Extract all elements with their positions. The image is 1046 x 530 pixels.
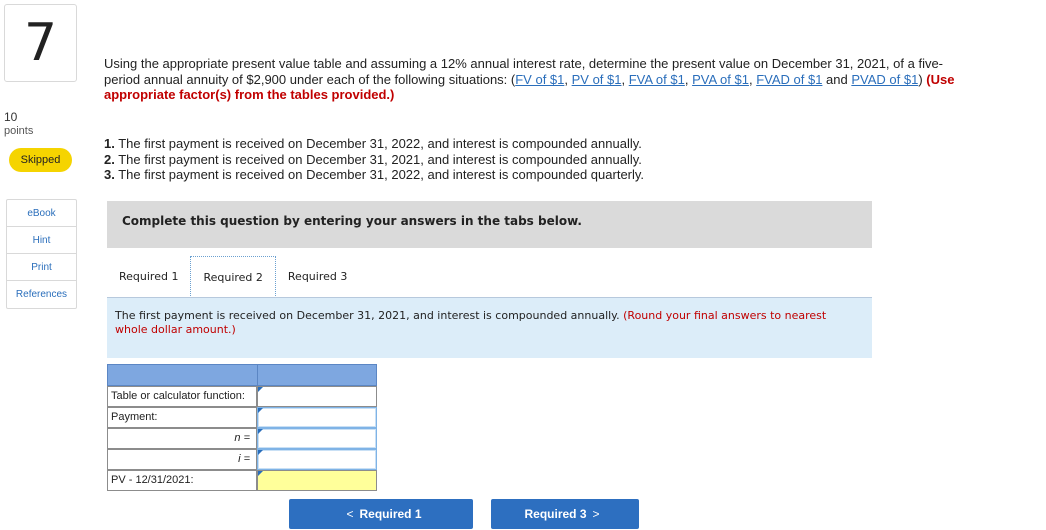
payment-input[interactable] <box>257 407 377 428</box>
fv-of-1-link[interactable]: FV of $1 <box>515 72 564 87</box>
pvad-of-1-link[interactable]: PVAD of $1 <box>851 72 918 87</box>
situation-number: 3. <box>104 167 115 182</box>
input-marker-icon <box>258 408 263 413</box>
tab-required-3[interactable]: Required 3 <box>275 256 360 298</box>
situation-number: 2. <box>104 151 115 167</box>
input-marker-icon <box>258 471 263 476</box>
row-label-function: Table or calculator function: <box>107 386 257 407</box>
pv-of-1-link[interactable]: PV of $1 <box>572 72 622 87</box>
row-label-pv: PV - 12/31/2021: <box>107 470 257 491</box>
pv-result-field[interactable] <box>257 470 377 491</box>
status-badge: Skipped <box>9 148 72 172</box>
question-prompt: Using the appropriate present value tabl… <box>104 56 964 103</box>
situation-item: 2. The first payment is received on Dece… <box>104 152 644 168</box>
complete-banner-text: Complete this question by entering your … <box>122 214 582 228</box>
fvad-of-1-link[interactable]: FVAD of $1 <box>756 72 822 87</box>
references-link[interactable]: References <box>7 281 76 308</box>
prompt-separator: , <box>564 71 572 87</box>
situation-item: 1. The first payment is received on Dece… <box>104 136 644 152</box>
row-label-n: n = <box>107 428 257 449</box>
next-button-label: Required 3 <box>524 507 587 521</box>
instruction-text: The first payment is received on Decembe… <box>115 309 855 337</box>
points-label: points <box>4 125 34 137</box>
ebook-link[interactable]: eBook <box>7 200 76 227</box>
row-label-i: i = <box>107 449 257 470</box>
instruction-box: The first payment is received on Decembe… <box>107 298 872 358</box>
print-link[interactable]: Print <box>7 254 76 281</box>
situation-text: The first payment is received on Decembe… <box>114 136 642 151</box>
tab-required-2[interactable]: Required 2 <box>190 256 276 298</box>
pva-of-1-link[interactable]: PVA of $1 <box>692 72 749 87</box>
row-label-payment: Payment: <box>107 407 257 428</box>
situation-number: 1. <box>104 136 115 151</box>
required-tabs: Required 1 Required 2 Required 3 <box>107 256 360 298</box>
situation-text: The first payment is received on Decembe… <box>114 151 642 167</box>
input-marker-icon <box>258 450 263 455</box>
next-required-button[interactable]: Required 3 > <box>491 499 639 529</box>
input-marker-icon <box>258 387 263 392</box>
input-marker-icon <box>258 429 263 434</box>
function-input[interactable] <box>257 386 377 407</box>
prompt-separator: , <box>621 71 629 87</box>
answer-table-header <box>107 364 377 386</box>
prompt-separator: and <box>822 71 852 87</box>
situation-text: The first payment is received on Decembe… <box>114 167 645 182</box>
hint-link[interactable]: Hint <box>7 227 76 254</box>
i-input[interactable] <box>257 449 377 470</box>
chevron-left-icon: < <box>346 507 354 521</box>
complete-banner: Complete this question by entering your … <box>107 201 872 248</box>
prev-required-button[interactable]: < Required 1 <box>289 499 473 529</box>
tab-required-1[interactable]: Required 1 <box>107 256 191 298</box>
n-input[interactable] <box>257 428 377 449</box>
prev-button-label: Required 1 <box>359 507 422 521</box>
fva-of-1-link[interactable]: FVA of $1 <box>629 72 685 87</box>
prompt-separator: , <box>684 71 693 87</box>
points-value: 10 <box>4 110 18 124</box>
situation-item: 3. The first payment is received on Dece… <box>104 167 644 183</box>
situation-list: 1. The first payment is received on Dece… <box>104 136 644 183</box>
resource-links: eBook Hint Print References <box>6 199 77 309</box>
header-divider <box>257 365 258 385</box>
question-number-box: 7 <box>4 4 77 82</box>
question-number: 7 <box>23 13 58 73</box>
instruction-main: The first payment is received on Decembe… <box>115 309 624 322</box>
chevron-right-icon: > <box>592 507 600 521</box>
